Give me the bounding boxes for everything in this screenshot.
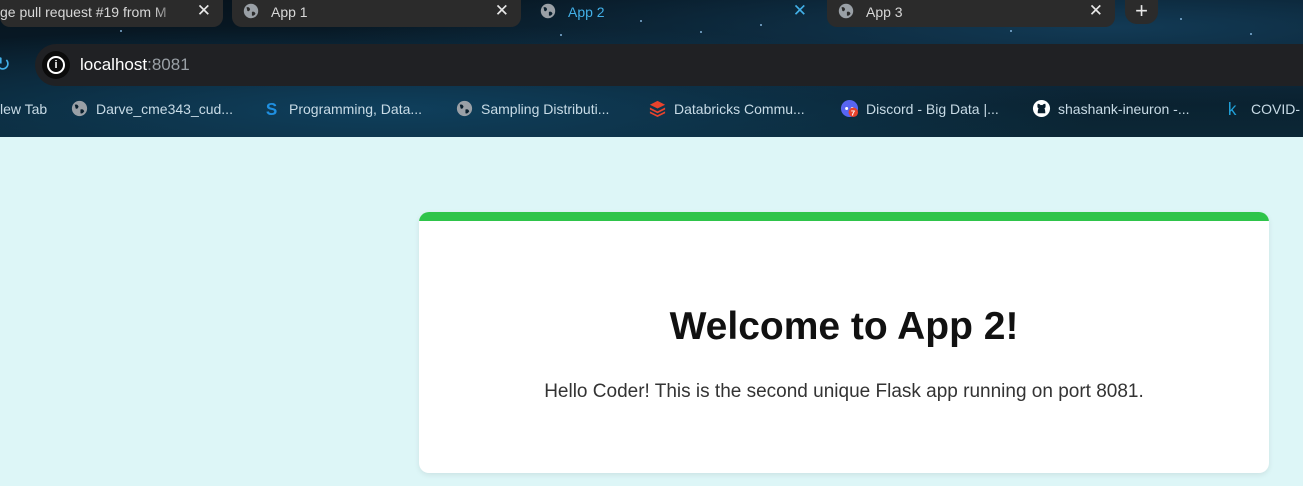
svg-text:7: 7 (851, 109, 855, 118)
tab-app-3[interactable]: App 3 ✕ (827, 0, 1115, 27)
bookmark-label: Databricks Commu... (674, 101, 805, 117)
site-info-icon[interactable]: i (42, 51, 70, 79)
bookmark-label: Discord - Big Data |... (866, 101, 999, 117)
s-logo-icon: S (266, 100, 277, 118)
accent-bar (419, 212, 1269, 221)
svg-text:k: k (1228, 100, 1237, 118)
star (120, 30, 122, 32)
star (1180, 18, 1182, 20)
globe-icon (540, 3, 556, 19)
globe-icon (71, 100, 88, 117)
tab-app-1[interactable]: App 1 ✕ (232, 0, 521, 27)
bookmarks-bar: lew Tab Darve_cme343_cud... S Programmin… (0, 96, 1303, 126)
databricks-icon (649, 100, 666, 118)
tab-title: App 1 (271, 4, 308, 20)
page-title: Welcome to App 2! (669, 305, 1019, 348)
close-icon[interactable]: ✕ (495, 1, 509, 21)
k-logo-icon: k (1228, 100, 1237, 118)
bookmark-label: COVID- (1251, 101, 1300, 117)
url-port: :8081 (147, 55, 190, 74)
browser-chrome: ge pull request #19 from M ✕ App 1 ✕ App… (0, 0, 1303, 137)
url-host: localhost (80, 55, 148, 74)
tab-title: App 3 (866, 4, 903, 20)
github-icon (1032, 99, 1051, 118)
star (1010, 30, 1012, 32)
bookmark-label: Darve_cme343_cud... (96, 101, 233, 117)
welcome-card: Welcome to App 2! Hello Coder! This is t… (419, 212, 1269, 473)
toolbar: ↻ i localhost:8081 (0, 44, 1303, 86)
bookmark-label: shashank-ineuron -... (1058, 101, 1190, 117)
close-icon[interactable]: ✕ (1089, 1, 1103, 21)
discord-icon: 7 (840, 99, 859, 118)
tab-title: ge pull request #19 from M (0, 4, 167, 20)
close-icon[interactable]: ✕ (197, 1, 211, 21)
close-icon[interactable]: ✕ (793, 1, 807, 21)
globe-icon (243, 3, 259, 19)
globe-icon (838, 3, 854, 19)
star (1250, 33, 1252, 35)
bookmark-label: lew Tab (0, 101, 48, 117)
bookmark-label: Sampling Distributi... (481, 101, 610, 117)
tab-app-2[interactable]: App 2 ✕ (529, 0, 819, 27)
new-tab-button[interactable]: + (1125, 0, 1158, 24)
welcome-message: Hello Coder! This is the second unique F… (544, 381, 1144, 402)
svg-text:S: S (266, 100, 277, 118)
tab-merge-pull-request[interactable]: ge pull request #19 from M ✕ (0, 0, 223, 27)
reload-icon[interactable]: ↻ (0, 52, 11, 77)
star (700, 31, 702, 33)
tab-title: App 2 (568, 4, 605, 20)
address-bar[interactable]: i localhost:8081 (35, 44, 1303, 86)
globe-icon (456, 100, 473, 117)
bookmark-label: Programming, Data... (289, 101, 423, 117)
star (560, 34, 562, 36)
url-text[interactable]: localhost:8081 (80, 55, 190, 75)
